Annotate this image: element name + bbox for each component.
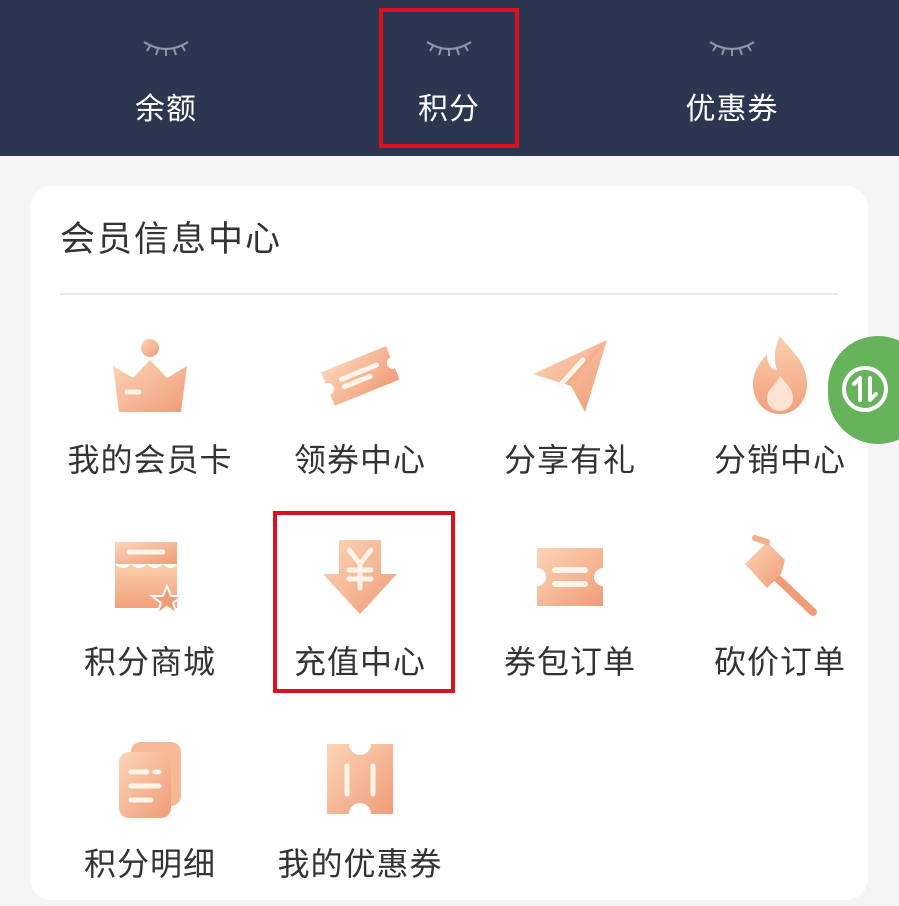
- grid-item-label: 我的优惠券: [277, 845, 443, 883]
- stat-balance[interactable]: 余额: [86, 0, 246, 156]
- coupon-icon: [537, 548, 603, 606]
- stat-balance-label: 余额: [135, 92, 197, 127]
- grid-item-recharge-center[interactable]: 充值中心: [255, 534, 465, 704]
- divider: [60, 293, 838, 295]
- hammer-icon: [745, 535, 817, 616]
- store-icon: [115, 542, 185, 617]
- grid-item-my-coupons[interactable]: 我的优惠券: [255, 736, 465, 906]
- grid-item-label: 积分商城: [83, 643, 216, 681]
- grid-item-label: 分享有礼: [503, 441, 636, 479]
- grid-item-coupon-orders[interactable]: 券包订单: [465, 534, 675, 704]
- top-stats-bar: 余额 积分 优惠券: [0, 0, 899, 156]
- grid-item-label: 积分明细: [83, 845, 216, 883]
- stat-coupons[interactable]: 优惠券: [652, 0, 812, 156]
- card-title: 会员信息中心: [60, 220, 283, 260]
- eye-closed-icon: [143, 41, 189, 56]
- flame-icon: [753, 336, 807, 414]
- grid-item-share-gift[interactable]: 分享有礼: [465, 332, 675, 502]
- voucher-icon: [327, 744, 393, 814]
- grid-item-label: 砍价订单: [713, 643, 846, 681]
- crown-icon: [113, 339, 187, 412]
- member-info-card: 会员信息中心 我的会员卡 领券中心 分享有礼 分销中心 积分商城 充值中心 券包…: [30, 186, 868, 900]
- grid-item-label: 我的会员卡: [67, 441, 233, 479]
- grid-item-points-detail[interactable]: 积分明细: [45, 736, 255, 906]
- grid-item-label: 券包订单: [503, 643, 636, 681]
- ticket-icon: [321, 346, 400, 406]
- document-icon: [119, 742, 181, 818]
- yen-arrow-down-icon: [323, 540, 397, 614]
- swap-vertical-icon: [842, 366, 888, 412]
- grid-item-label: 充值中心: [293, 643, 426, 681]
- paper-plane-icon: [533, 340, 607, 412]
- grid-item-points-mall[interactable]: 积分商城: [45, 534, 255, 704]
- grid-item-bargain-orders[interactable]: 砍价订单: [675, 534, 885, 704]
- stat-coupons-label: 优惠券: [685, 92, 779, 127]
- eye-closed-icon: [426, 41, 472, 56]
- grid-item-label: 领券中心: [293, 441, 426, 479]
- stat-points-label: 积分: [418, 92, 480, 127]
- grid-item-label: 分销中心: [713, 441, 846, 479]
- grid-item-coupon-center[interactable]: 领券中心: [255, 332, 465, 502]
- eye-closed-icon: [709, 41, 755, 56]
- stat-points[interactable]: 积分: [369, 0, 529, 156]
- grid-item-member-card[interactable]: 我的会员卡: [45, 332, 255, 502]
